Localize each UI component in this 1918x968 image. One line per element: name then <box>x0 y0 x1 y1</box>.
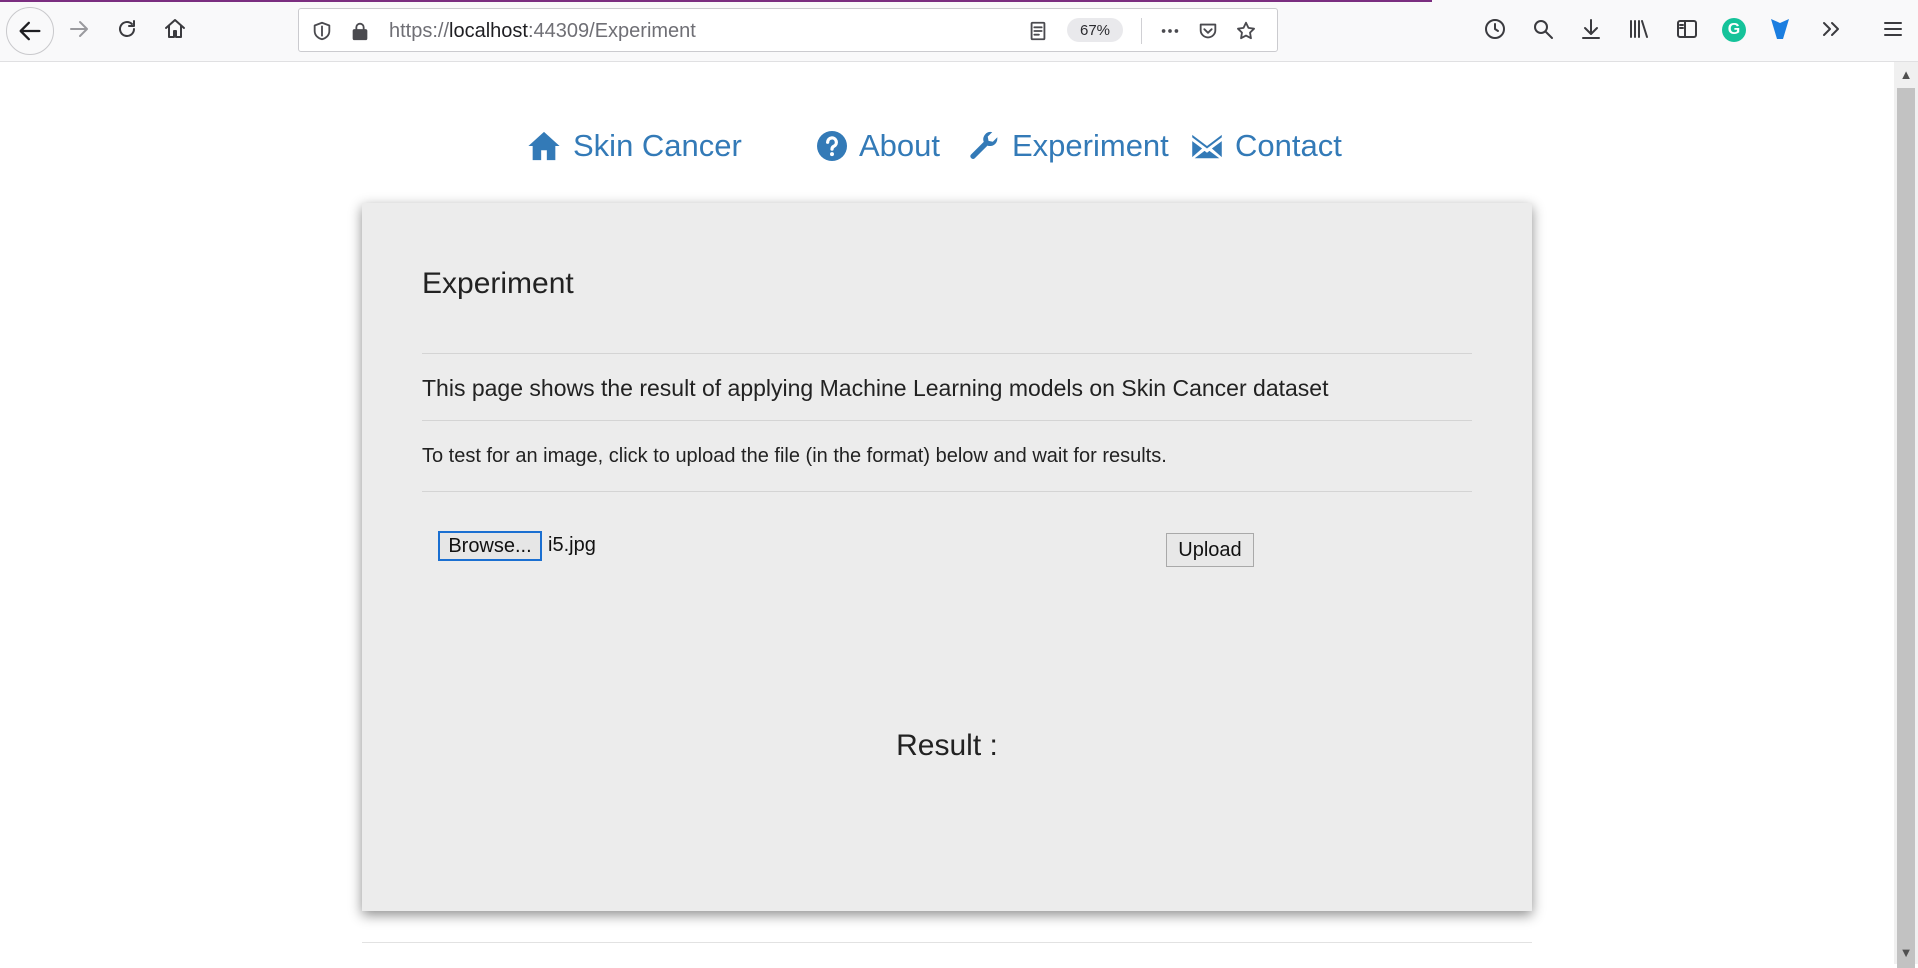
page-title: Experiment <box>422 267 574 300</box>
reload-icon <box>119 20 135 37</box>
library-icon <box>1630 20 1648 38</box>
history-icon <box>1485 19 1505 39</box>
reader-view-icon[interactable] <box>1025 18 1051 44</box>
home-icon <box>528 131 560 161</box>
scroll-up-arrow[interactable]: ▲ <box>1894 62 1918 86</box>
divider <box>422 420 1472 421</box>
nav-about-label: About <box>859 128 941 163</box>
footer-divider <box>362 942 1532 943</box>
forward-button[interactable] <box>62 12 96 46</box>
result-label: Result : <box>896 729 998 762</box>
scroll-down-arrow[interactable]: ▼ <box>1894 940 1918 964</box>
browse-file-button[interactable]: Browse... <box>438 531 542 561</box>
experiment-card: Experiment This page shows the result of… <box>362 203 1532 911</box>
library-button[interactable] <box>1622 12 1656 46</box>
scroll-thumb[interactable] <box>1897 88 1915 968</box>
nav-brand-label: Skin Cancer <box>573 128 742 163</box>
more-icon[interactable] <box>1157 18 1183 44</box>
reload-button[interactable] <box>110 12 144 46</box>
wrench-icon <box>970 131 998 159</box>
nav-contact-label: Contact <box>1235 128 1342 163</box>
menu-button[interactable] <box>1876 12 1910 46</box>
star-icon[interactable] <box>1233 18 1259 44</box>
nav-experiment-link[interactable]: Experiment <box>968 128 1169 164</box>
upload-button[interactable]: Upload <box>1166 533 1254 567</box>
downloads-button[interactable] <box>1574 12 1608 46</box>
nav-about-link[interactable]: About <box>817 128 940 164</box>
lock-icon[interactable] <box>347 18 373 44</box>
question-icon <box>817 131 847 161</box>
tab-accent-line <box>0 0 1432 2</box>
history-button[interactable] <box>1478 12 1512 46</box>
overflow-icon <box>1823 22 1839 36</box>
page-scrollbar[interactable]: ▲ ▼ <box>1894 62 1918 968</box>
sidebar-button[interactable] <box>1670 12 1704 46</box>
url-bar-separator <box>1141 18 1142 44</box>
intro-text: This page shows the result of applying M… <box>422 375 1329 401</box>
divider <box>422 491 1472 492</box>
selected-file-name: i5.jpg <box>548 534 596 556</box>
forward-icon <box>70 21 88 37</box>
divider <box>422 353 1472 354</box>
home-button[interactable] <box>158 12 192 46</box>
nav-brand-link[interactable]: Skin Cancer <box>527 128 742 164</box>
sidebar-icon <box>1677 20 1697 38</box>
pocket-icon[interactable] <box>1195 18 1221 44</box>
url-text[interactable]: https://localhost:44309/Experiment <box>389 20 696 43</box>
nav-experiment-label: Experiment <box>1012 128 1169 163</box>
url-bar[interactable]: https://localhost:44309/Experiment 67% <box>298 8 1278 52</box>
site-navbar: Skin Cancer About Experiment Contact <box>0 128 1894 178</box>
download-icon <box>1582 19 1600 39</box>
browser-toolbar: https://localhost:44309/Experiment 67% G <box>0 0 1918 62</box>
envelope-icon <box>1192 134 1222 159</box>
back-button[interactable] <box>6 7 54 55</box>
instructions-text: To test for an image, click to upload th… <box>422 445 1167 467</box>
search-icon <box>1534 20 1553 39</box>
nav-contact-link[interactable]: Contact <box>1191 128 1342 164</box>
overflow-button[interactable] <box>1814 12 1848 46</box>
home-icon <box>165 19 185 38</box>
vpn-icon[interactable] <box>1768 16 1792 42</box>
menu-icon <box>1884 22 1902 36</box>
search-button[interactable] <box>1526 12 1560 46</box>
tracking-shield-icon[interactable] <box>309 18 335 44</box>
back-icon <box>19 21 41 41</box>
grammarly-icon[interactable]: G <box>1722 18 1746 42</box>
zoom-level-badge[interactable]: 67% <box>1067 18 1123 42</box>
